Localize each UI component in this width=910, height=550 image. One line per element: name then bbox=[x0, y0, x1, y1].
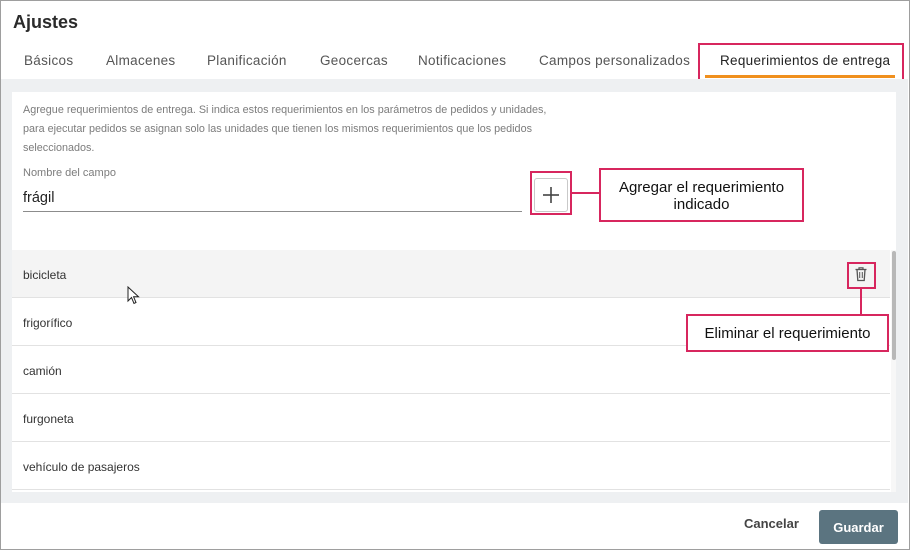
callout-text: indicado bbox=[673, 196, 730, 213]
description-line: seleccionados. bbox=[23, 142, 95, 154]
callout-text: Eliminar el requerimiento bbox=[704, 325, 871, 342]
list-item[interactable]: camión bbox=[12, 346, 890, 394]
description-line: para ejecutar pedidos se asignan solo la… bbox=[23, 123, 532, 135]
cancel-button[interactable]: Cancelar bbox=[744, 516, 799, 531]
dialog-title: Ajustes bbox=[13, 12, 79, 32]
list-item[interactable]: furgoneta bbox=[12, 394, 890, 442]
tab-notificaciones[interactable]: Notificaciones bbox=[418, 53, 506, 68]
field-name-label: Nombre del campo bbox=[23, 167, 116, 179]
tab-almacenes[interactable]: Almacenes bbox=[106, 53, 175, 68]
requirements-list: bicicleta frigorífico camión furgoneta v… bbox=[12, 250, 890, 490]
requirements-panel: Agregue requerimientos de entrega. Si in… bbox=[12, 92, 896, 492]
mouse-cursor-icon bbox=[127, 286, 140, 305]
list-item-label: furgoneta bbox=[23, 412, 74, 426]
list-item-label: vehículo de pasajeros bbox=[23, 460, 140, 474]
description-line: Agregue requerimientos de entrega. Si in… bbox=[23, 104, 547, 116]
tab-planificacion[interactable]: Planificación bbox=[207, 53, 287, 68]
tab-campos-personalizados[interactable]: Campos personalizados bbox=[539, 53, 690, 68]
add-button-annotation-box bbox=[530, 171, 572, 215]
list-item[interactable]: vehículo de pasajeros bbox=[12, 442, 890, 490]
delete-button-annotation-box bbox=[847, 262, 876, 289]
tab-basicos[interactable]: Básicos bbox=[24, 53, 73, 68]
list-item-label: camión bbox=[23, 364, 62, 378]
scrollbar-thumb[interactable] bbox=[892, 251, 896, 360]
add-callout-connector bbox=[572, 192, 600, 194]
delete-callout-connector bbox=[860, 289, 862, 315]
list-item[interactable]: bicicleta bbox=[12, 250, 890, 298]
callout-text: Agregar el requerimiento bbox=[618, 179, 785, 196]
add-requirement-callout: Agregar el requerimiento indicado bbox=[599, 168, 804, 222]
field-name-input[interactable] bbox=[23, 185, 522, 212]
list-item-label: frigorífico bbox=[23, 316, 73, 330]
tab-geocercas[interactable]: Geocercas bbox=[320, 53, 388, 68]
list-item-label: bicicleta bbox=[23, 268, 67, 282]
save-button[interactable]: Guardar bbox=[819, 510, 898, 544]
description-text: Agregue requerimientos de entrega. Si in… bbox=[23, 101, 583, 158]
delete-requirement-callout: Eliminar el requerimiento bbox=[686, 314, 889, 352]
